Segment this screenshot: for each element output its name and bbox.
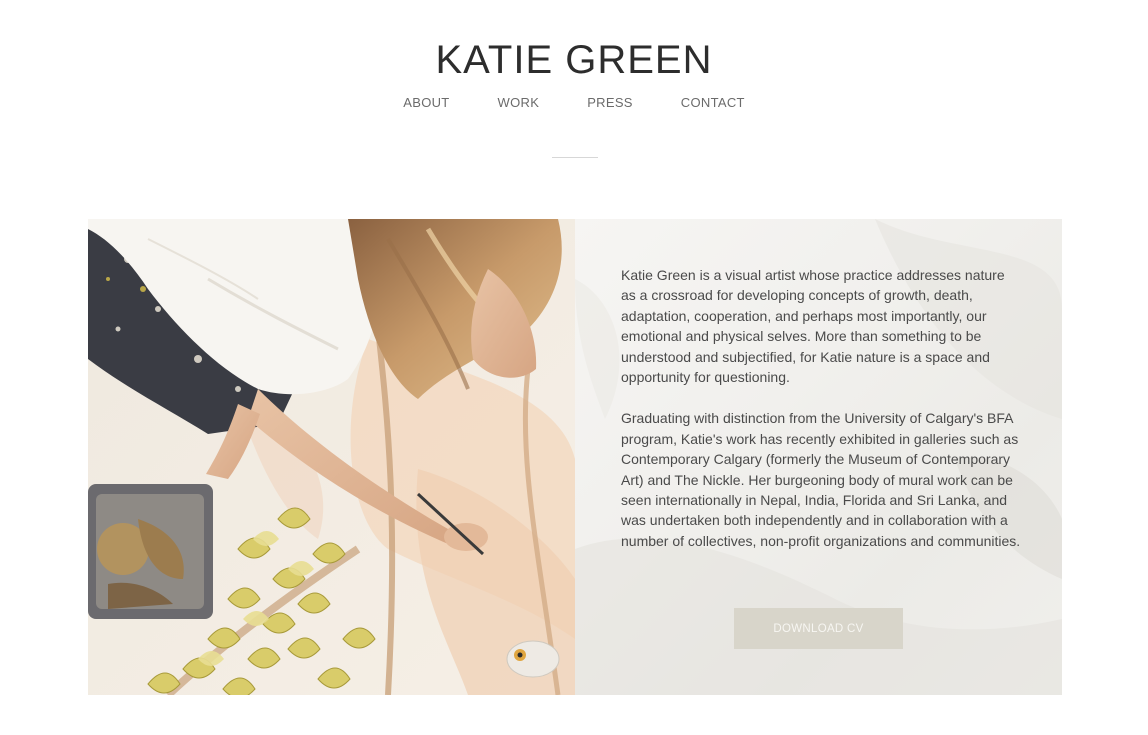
header-divider <box>552 157 598 158</box>
artist-photo <box>88 219 575 695</box>
nav-work[interactable]: WORK <box>498 95 540 110</box>
about-page: KATIE GREEN ABOUT WORK PRESS CONTACT Kat… <box>0 0 1148 735</box>
bio-text: Katie Green is a visual artist whose pra… <box>621 265 1021 572</box>
nav-press[interactable]: PRESS <box>587 95 633 110</box>
download-cv-button[interactable]: DOWNLOAD CV <box>734 608 903 649</box>
main-nav: ABOUT WORK PRESS CONTACT <box>0 95 1148 110</box>
site-title[interactable]: KATIE GREEN <box>0 38 1148 83</box>
nav-contact[interactable]: CONTACT <box>681 95 745 110</box>
bio-paragraph: Katie Green is a visual artist whose pra… <box>621 267 1005 386</box>
nav-about[interactable]: ABOUT <box>403 95 449 110</box>
bio-paragraph: Graduating with distinction from the Uni… <box>621 410 1021 549</box>
bio-panel: Katie Green is a visual artist whose pra… <box>575 219 1062 695</box>
